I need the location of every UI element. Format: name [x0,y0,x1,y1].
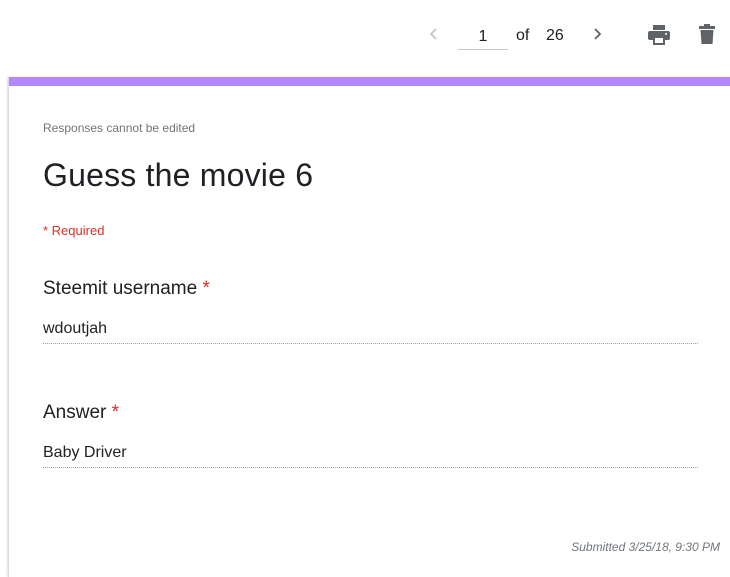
chevron-left-icon [429,28,437,40]
trash-icon [699,24,715,44]
question-label: Answer [43,402,107,423]
edit-notice: Responses cannot be edited [43,121,196,135]
delete-button[interactable] [694,21,720,47]
required-star: * [202,278,210,299]
required-star: * [111,402,120,423]
form-title: Guess the movie 6 [43,157,314,193]
response-toolbar: of 26 [0,0,730,72]
of-label: of [516,27,530,44]
next-response-button[interactable] [586,22,608,46]
print-icon [648,25,670,45]
chevron-right-icon [594,28,602,40]
previous-response-button[interactable] [424,22,444,46]
card-accent-bar [9,77,730,86]
required-note: * Required [43,223,105,238]
page-number-input[interactable] [458,24,508,50]
question-title: Answer * [43,402,119,424]
answer-value: wdoutjah [43,320,698,344]
total-pages: 26 [546,27,564,44]
question-title: Steemit username * [43,278,210,300]
answer-value: Baby Driver [43,444,698,468]
submitted-timestamp: Submitted 3/25/18, 9:30 PM [571,540,720,554]
print-button[interactable] [646,22,672,48]
question-label: Steemit username [43,278,198,299]
response-card: Responses cannot be edited Guess the mov… [8,77,730,577]
